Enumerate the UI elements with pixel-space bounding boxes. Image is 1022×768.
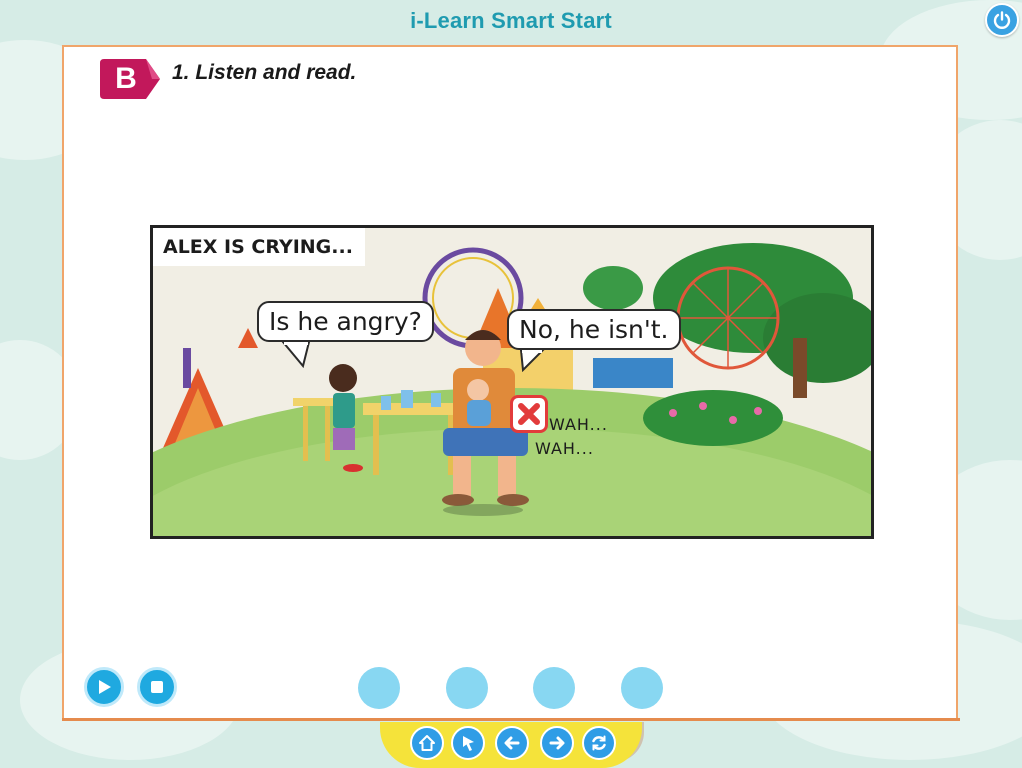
audio-segment-button-3[interactable] (533, 667, 575, 709)
home-button[interactable] (410, 726, 444, 760)
wrong-answer-mark (510, 395, 548, 433)
section-letter: B (115, 62, 137, 95)
comic-panel: ALEX IS CRYING... Is he angry? No, he is… (150, 225, 874, 539)
crying-sound-line-2: WAH... (535, 439, 594, 458)
arrow-left-icon (504, 736, 520, 750)
crying-sound-line-1: WAH... (549, 415, 608, 434)
next-button[interactable] (540, 726, 574, 760)
play-button[interactable] (84, 667, 124, 707)
power-button[interactable] (985, 3, 1019, 37)
audio-segment-button-1[interactable] (358, 667, 400, 709)
stop-button[interactable] (137, 667, 177, 707)
instruction-text: 1. Listen and read. (172, 61, 357, 84)
arrow-right-icon (549, 736, 565, 750)
reset-button[interactable] (582, 726, 616, 760)
stop-icon (151, 681, 163, 693)
speech-bubble-answer-tail (519, 350, 545, 372)
speech-bubble-question-text: Is he angry? (269, 307, 422, 336)
cursor-icon (463, 736, 474, 751)
activity-panel: B 1. Listen and read. ALEX IS CRYING... … (62, 45, 958, 720)
refresh-icon (592, 735, 606, 751)
home-icon (419, 735, 435, 751)
audio-segment-button-2[interactable] (446, 667, 488, 709)
cross-icon (518, 403, 540, 425)
speech-bubble-question: Is he angry? (257, 301, 434, 342)
speech-bubble-answer-text: No, he isn't. (519, 315, 669, 344)
audio-segment-button-4[interactable] (621, 667, 663, 709)
comic-scene-illustration (153, 228, 871, 536)
power-icon (993, 11, 1011, 29)
menu-pointer-button[interactable] (451, 726, 485, 760)
play-icon (99, 680, 111, 694)
speech-bubble-question-tail (281, 342, 311, 368)
comic-caption: ALEX IS CRYING... (153, 228, 365, 266)
speech-bubble-answer: No, he isn't. (507, 309, 681, 350)
back-button[interactable] (495, 726, 529, 760)
app-title: i-Learn Smart Start (410, 8, 612, 33)
panel-bottom-border (62, 718, 960, 721)
